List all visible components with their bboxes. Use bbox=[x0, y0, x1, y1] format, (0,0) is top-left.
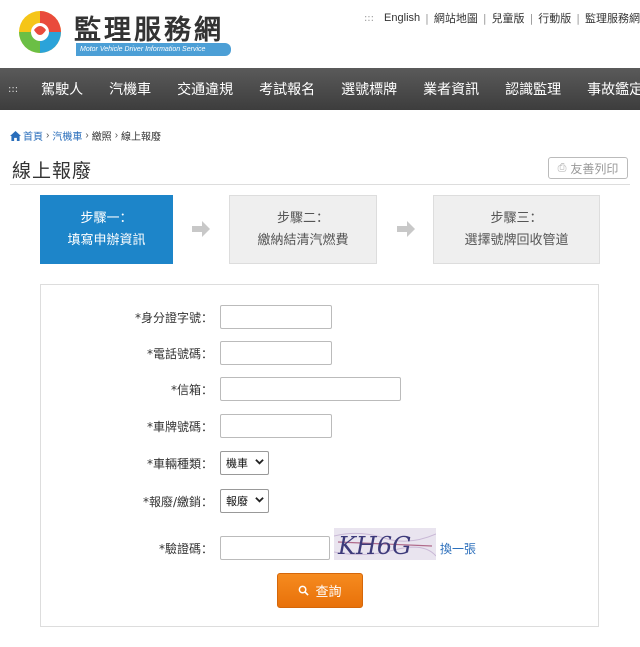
step-title: 步驟三： bbox=[490, 210, 543, 226]
breadcrumb-arrow: › bbox=[85, 130, 89, 141]
logo-emblem-icon bbox=[19, 11, 61, 53]
action-select[interactable]: 報廢 bbox=[220, 489, 269, 513]
phone-input[interactable] bbox=[220, 341, 332, 365]
plate-number-input[interactable] bbox=[220, 414, 332, 438]
search-icon bbox=[299, 585, 310, 596]
logo-title: 監理服務網 bbox=[74, 15, 224, 46]
vehicle-type-value: 機車 bbox=[226, 457, 248, 470]
nav-item-plate[interactable]: 選號標牌 bbox=[328, 79, 410, 99]
email-label: *信箱： bbox=[170, 383, 213, 397]
search-button[interactable]: 查詢 bbox=[277, 573, 363, 608]
form-row-plate: *車牌號碼： bbox=[41, 414, 598, 438]
link-mobile[interactable]: 行動版 bbox=[538, 10, 571, 26]
captcha-text: KH6G bbox=[337, 532, 411, 560]
captcha-label: *驗證碼： bbox=[158, 542, 213, 556]
breadcrumb-arrow: › bbox=[114, 130, 119, 141]
link-sitemap[interactable]: 網站地圖 bbox=[434, 10, 478, 26]
print-button[interactable]: ⎙ 友善列印 bbox=[548, 157, 628, 179]
refresh-captcha-link[interactable]: 換一張 bbox=[440, 540, 476, 557]
step-title: 步驟一： bbox=[80, 210, 133, 226]
form-row-action: *報廢/繳銷： 報廢 bbox=[41, 489, 598, 513]
form-row-email: *信箱： bbox=[41, 377, 598, 401]
site-logo[interactable]: 監理服務網 Motor Vehicle Driver Information S… bbox=[18, 8, 231, 58]
nav-item-vehicle[interactable]: 汽機車 bbox=[96, 79, 164, 99]
step-desc: 選擇號牌回收管道 bbox=[464, 232, 569, 248]
vehicle-type-label: *車輛種類： bbox=[146, 457, 213, 471]
search-label: 查詢 bbox=[315, 585, 342, 600]
nav-item-driver[interactable]: 駕駛人 bbox=[28, 79, 96, 99]
main-nav: ::: 駕駛人 汽機車 交通違規 考試報名 選號標牌 業者資訊 認識監理 事故鑑… bbox=[0, 68, 640, 110]
action-label: *報廢/繳銷： bbox=[142, 495, 213, 509]
print-label: 友善列印 bbox=[570, 161, 619, 176]
top-links: ::: English | 網站地圖 | 兒童版 | 行動版 | 監理服務網 bbox=[364, 10, 640, 26]
breadcrumb: 首頁 › 汽機車 › 繳照 › 線上報廢 bbox=[10, 128, 161, 143]
print-icon: ⎙ bbox=[557, 161, 567, 174]
title-divider bbox=[10, 184, 630, 185]
divider: | bbox=[425, 11, 429, 25]
breadcrumb-license: 繳照 bbox=[91, 132, 112, 143]
divider: | bbox=[576, 11, 580, 25]
step-desc: 填寫申辦資訊 bbox=[67, 232, 146, 248]
logo-subtitle: Motor Vehicle Driver Information Service bbox=[76, 43, 231, 56]
nav-item-business[interactable]: 業者資訊 bbox=[410, 79, 492, 99]
step-1: 步驟一： 填寫申辦資訊 bbox=[40, 195, 173, 264]
form-row-vehicle-type: *車輛種類： 機車 bbox=[41, 451, 598, 475]
nav-item-about[interactable]: 認識監理 bbox=[492, 79, 574, 99]
plate-label: *車牌號碼： bbox=[146, 420, 213, 434]
nav-item-accident[interactable]: 事故鑑定 bbox=[574, 79, 640, 99]
captcha-input[interactable] bbox=[220, 536, 330, 560]
action-value: 報廢 bbox=[226, 495, 248, 508]
breadcrumb-arrow: › bbox=[46, 130, 50, 141]
breadcrumb-current: 線上報廢 bbox=[121, 132, 162, 143]
captcha-image: KH6G bbox=[334, 528, 436, 560]
page-title: 線上報廢 bbox=[12, 160, 93, 182]
step-desc: 繳納結清汽燃費 bbox=[257, 232, 349, 248]
phone-label: *電話號碼： bbox=[146, 347, 213, 361]
nav-dots-icon: ::: bbox=[8, 83, 19, 95]
arrow-right-icon bbox=[192, 221, 210, 237]
form-row-captcha: *驗證碼： KH6G 換一張 bbox=[41, 528, 598, 560]
nav-item-exam[interactable]: 考試報名 bbox=[246, 79, 328, 99]
divider: | bbox=[529, 11, 534, 25]
chevron-down-icon bbox=[255, 497, 264, 503]
step-2: 步驟二： 繳納結清汽燃費 bbox=[229, 195, 377, 264]
link-home-site[interactable]: 監理服務網 bbox=[585, 10, 640, 26]
step-title: 步驟二： bbox=[276, 210, 329, 226]
vehicle-type-select[interactable]: 機車 bbox=[220, 451, 269, 475]
menu-dots-icon: ::: bbox=[363, 12, 375, 24]
arrow-right-icon bbox=[397, 221, 415, 237]
link-kids[interactable]: 兒童版 bbox=[492, 10, 525, 26]
email-input[interactable] bbox=[220, 377, 401, 401]
nav-item-violation[interactable]: 交通違規 bbox=[164, 79, 246, 99]
id-number-input[interactable] bbox=[220, 305, 332, 329]
home-icon bbox=[10, 130, 21, 141]
form-row-phone: *電話號碼： bbox=[41, 341, 598, 365]
site-header: 監理服務網 Motor Vehicle Driver Information S… bbox=[0, 0, 640, 68]
link-english[interactable]: English bbox=[384, 12, 420, 24]
step-3: 步驟三： 選擇號牌回收管道 bbox=[433, 195, 600, 264]
breadcrumb-vehicle[interactable]: 汽機車 bbox=[52, 128, 82, 143]
form-row-id: *身分證字號： bbox=[41, 305, 598, 329]
id-label: *身分證字號： bbox=[134, 311, 213, 325]
form-panel: *身分證字號： *電話號碼： *信箱： *車牌號碼： *車輛種類： 機車 *報廢… bbox=[40, 284, 599, 627]
breadcrumb-home[interactable]: 首頁 bbox=[23, 128, 43, 143]
chevron-down-icon bbox=[255, 459, 264, 465]
divider: | bbox=[482, 11, 487, 25]
